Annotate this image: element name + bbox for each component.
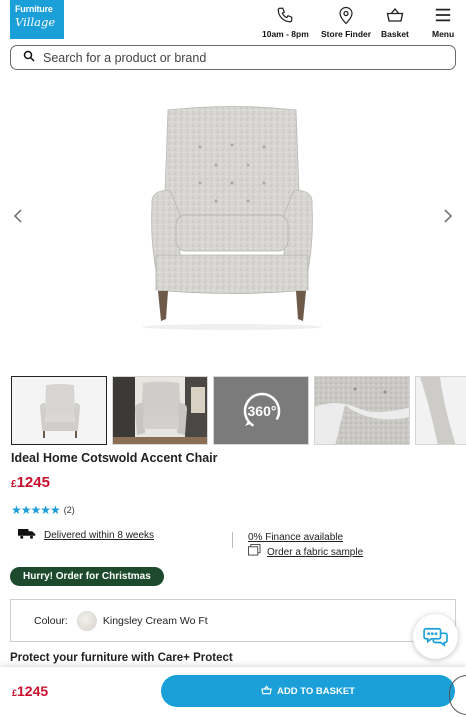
- finance-link[interactable]: 0% Finance available: [248, 532, 343, 543]
- basket-small-icon: [261, 684, 272, 698]
- colour-swatch: [76, 610, 97, 631]
- search-bar[interactable]: [10, 45, 456, 70]
- thumbnail-front[interactable]: [11, 376, 107, 445]
- previous-image-arrow[interactable]: [10, 207, 26, 225]
- sticky-price-value: 1245: [17, 683, 49, 699]
- fabric-sample-link[interactable]: Order a fabric sample: [267, 547, 363, 558]
- search-icon: [23, 49, 35, 67]
- delivery-info[interactable]: Delivered within 8 weeks: [18, 526, 154, 544]
- review-count: (2): [63, 505, 75, 515]
- hours-label: 10am - 8pm: [262, 29, 309, 39]
- sticky-price: £1245: [12, 683, 48, 699]
- sticky-purchase-bar: £1245 ADD TO BASKET: [0, 667, 466, 717]
- delivery-link[interactable]: Delivered within 8 weeks: [44, 530, 154, 541]
- colour-label: Colour:: [34, 614, 68, 627]
- next-image-arrow[interactable]: [440, 207, 456, 225]
- colour-selector[interactable]: Colour: Kingsley Cream Wo Ft: [10, 599, 456, 642]
- logo-line-2: Village: [15, 15, 56, 29]
- chat-bubbles-icon: [422, 627, 448, 647]
- thumbnail-360-label: 360°: [248, 403, 277, 419]
- product-price: £1245: [11, 474, 50, 491]
- product-title: Ideal Home Cotswold Accent Chair: [11, 451, 218, 465]
- location-pin-icon: [338, 4, 354, 26]
- menu-label: Menu: [432, 29, 455, 39]
- site-header: Furniture Village 10am - 8pm Store Finde…: [0, 0, 466, 42]
- add-to-basket-button[interactable]: ADD TO BASKET: [161, 675, 455, 707]
- live-chat-button[interactable]: [413, 614, 458, 659]
- product-main-image[interactable]: [0, 95, 466, 340]
- delivery-truck-icon: [18, 526, 36, 544]
- thumbnail-fabric-closeup[interactable]: [314, 376, 410, 445]
- opening-hours-link[interactable]: 10am - 8pm: [262, 4, 309, 39]
- thumbnail-room-setting[interactable]: [112, 376, 208, 445]
- add-to-basket-label: ADD TO BASKET: [277, 685, 355, 697]
- care-protect-heading: Protect your furniture with Care+ Protec…: [10, 652, 233, 664]
- rating-summary[interactable]: ★★★★★ (2): [11, 503, 75, 517]
- basket-label: Basket: [381, 29, 409, 39]
- fabric-swatch-icon: [248, 543, 261, 561]
- hamburger-menu-icon: [434, 4, 452, 26]
- basket-icon: [386, 4, 404, 26]
- thumbnail-side-detail[interactable]: [415, 376, 466, 445]
- chevron-left-icon: [13, 209, 22, 223]
- info-divider: [232, 532, 233, 548]
- thumbnail-360-view[interactable]: 360°: [213, 376, 309, 445]
- fabric-sample-info[interactable]: Order a fabric sample: [248, 543, 363, 561]
- chevron-right-icon: [444, 209, 453, 223]
- logo-line-1: Furniture: [15, 4, 53, 14]
- store-finder-label: Store Finder: [321, 29, 372, 39]
- store-finder-link[interactable]: Store Finder: [321, 4, 371, 39]
- search-input[interactable]: [43, 50, 423, 65]
- promo-badge: Hurry! Order for Christmas: [10, 567, 164, 586]
- price-value: 1245: [16, 474, 50, 491]
- menu-button[interactable]: Menu: [432, 4, 454, 39]
- star-rating-icon: ★★★★★: [11, 503, 61, 517]
- furniture-village-logo[interactable]: Furniture Village: [10, 0, 64, 39]
- image-thumbnail-strip: 360°: [11, 376, 466, 446]
- phone-icon: [276, 4, 294, 26]
- colour-value: Kingsley Cream Wo Ft: [102, 614, 208, 627]
- basket-link[interactable]: Basket: [381, 4, 409, 39]
